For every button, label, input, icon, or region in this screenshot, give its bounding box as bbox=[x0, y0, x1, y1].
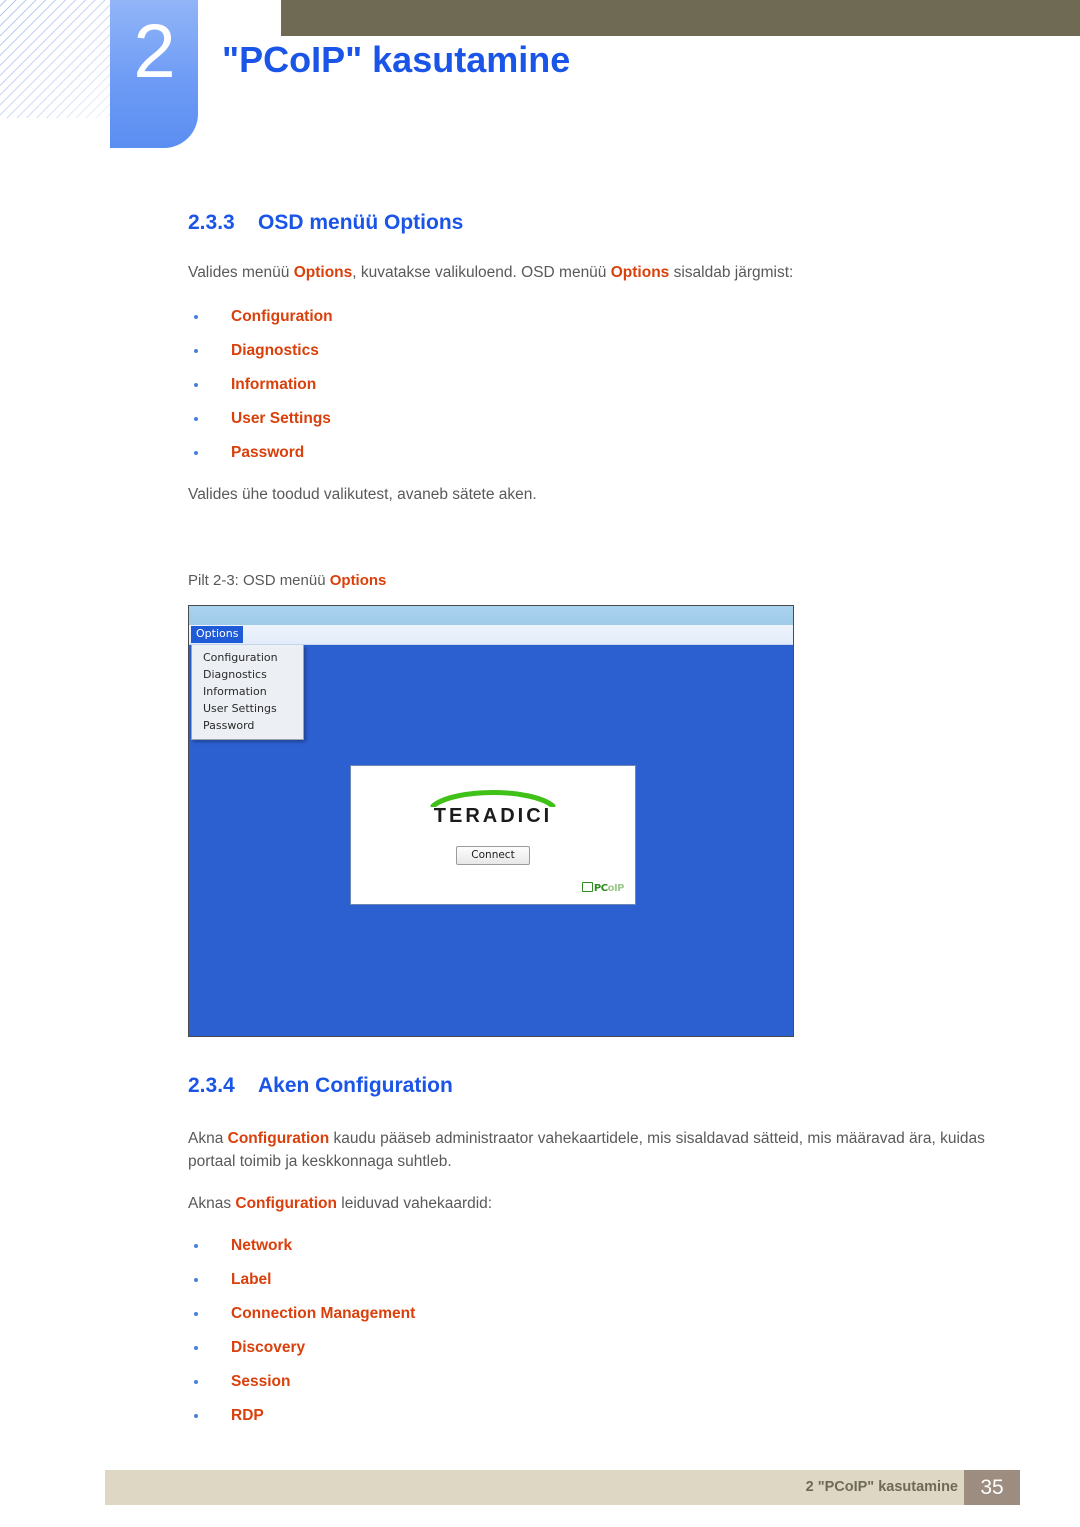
list-item: Session bbox=[188, 1365, 1018, 1399]
figure-caption: Pilt 2-3: OSD menüü Options bbox=[188, 570, 1018, 592]
teradici-logo: TERADICI bbox=[354, 787, 632, 827]
page-content: 2.3.3 OSD menüü Options Valides menüü Opt… bbox=[188, 210, 1018, 1433]
list-item: User Settings bbox=[188, 402, 1018, 436]
inline-highlight-configuration-1: Configuration bbox=[227, 1130, 330, 1147]
paragraph-233-intro: Valides menüü Options, kuvatakse valikul… bbox=[188, 261, 1018, 284]
pcoip-watermark: PCoIP bbox=[581, 882, 625, 895]
connect-button[interactable]: Connect bbox=[456, 846, 530, 865]
inline-highlight-options-1: Options bbox=[293, 264, 353, 281]
teradici-arc-icon bbox=[430, 790, 556, 807]
bullet-list-configuration-tabs: Network Label Connection Management Disc… bbox=[188, 1229, 1018, 1433]
list-item: Discovery bbox=[188, 1331, 1018, 1365]
list-item: Configuration bbox=[188, 300, 1018, 334]
section-title-233: OSD menüü Options bbox=[258, 211, 464, 234]
pcoip-glyph-icon bbox=[581, 882, 593, 892]
osd-title-bar bbox=[189, 606, 793, 625]
osd-menu-item-options[interactable]: Options bbox=[191, 626, 244, 643]
footer-chapter-label: 2 "PCoIP" kasutamine bbox=[805, 1479, 958, 1495]
osd-dropdown-item-configuration[interactable]: Configuration bbox=[192, 649, 303, 666]
bullet-list-osd-options: Configuration Diagnostics Information Us… bbox=[188, 300, 1018, 470]
section-number-233: 2.3.3 bbox=[188, 211, 235, 234]
osd-connect-dialog: TERADICI Connect PCoIP bbox=[350, 765, 636, 905]
intro-text-part2: , kuvatakse valikuloend. OSD menüü bbox=[352, 264, 611, 281]
page-number: 35 bbox=[964, 1470, 1020, 1505]
inline-highlight-configuration-2: Configuration bbox=[235, 1195, 337, 1212]
intro-text-part1: Valides menüü bbox=[188, 264, 294, 281]
intro-text-part3: sisaldab järgmist: bbox=[669, 264, 794, 281]
list-item: Connection Management bbox=[188, 1297, 1018, 1331]
section-heading-234: 2.3.4 Aken Configuration bbox=[188, 1073, 1018, 1099]
pcoip-watermark-oip: oIP bbox=[607, 883, 625, 894]
chapter-number: 2 bbox=[133, 9, 175, 94]
osd-dropdown-item-information[interactable]: Information bbox=[192, 683, 303, 700]
chapter-number-tab: 2 bbox=[110, 0, 198, 148]
list-item: Information bbox=[188, 368, 1018, 402]
section-title-234: Aken Configuration bbox=[258, 1074, 453, 1097]
figure-caption-highlight: Options bbox=[329, 572, 387, 589]
osd-menu-bar: Options bbox=[189, 625, 793, 645]
chapter-title: "PCoIP" kasutamine bbox=[222, 39, 571, 80]
osd-options-dropdown: Configuration Diagnostics Information Us… bbox=[191, 645, 304, 740]
header-olive-bar bbox=[281, 0, 1080, 36]
list-item: Network bbox=[188, 1229, 1018, 1263]
pcoip-watermark-pc: PC bbox=[593, 883, 608, 894]
list-item: RDP bbox=[188, 1399, 1018, 1433]
list-item: Label bbox=[188, 1263, 1018, 1297]
osd-dropdown-item-diagnostics[interactable]: Diagnostics bbox=[192, 666, 303, 683]
osd-dropdown-item-user-settings[interactable]: User Settings bbox=[192, 700, 303, 717]
para2-text-part1: Aknas bbox=[188, 1195, 236, 1212]
section-heading-233: 2.3.3 OSD menüü Options bbox=[188, 210, 1018, 236]
figure-caption-text: Pilt 2-3: OSD menüü bbox=[188, 572, 330, 589]
inline-highlight-options-2: Options bbox=[610, 264, 670, 281]
paragraph-234-first: Akna Configuration kaudu pääseb administ… bbox=[188, 1127, 1018, 1173]
paragraph-234-second: Aknas Configuration leiduvad vahekaardid… bbox=[188, 1192, 1018, 1215]
page-footer: 2 "PCoIP" kasutamine 35 bbox=[105, 1470, 1020, 1505]
list-item: Diagnostics bbox=[188, 334, 1018, 368]
para2-text-part2: leiduvad vahekaardid: bbox=[336, 1195, 493, 1212]
page-header: 2 "PCoIP" kasutamine bbox=[0, 0, 1080, 168]
paragraph-233-after-list: Valides ühe toodud valikutest, avaneb sä… bbox=[188, 486, 537, 503]
section-number-234: 2.3.4 bbox=[188, 1074, 235, 1097]
para1-text-part1: Akna bbox=[188, 1130, 228, 1147]
teradici-wordmark: TERADICI bbox=[433, 805, 553, 827]
osd-dropdown-item-password[interactable]: Password bbox=[192, 717, 303, 734]
list-item: Password bbox=[188, 436, 1018, 470]
figure-osd-options-screenshot: Options Configuration Diagnostics Inform… bbox=[188, 605, 794, 1037]
